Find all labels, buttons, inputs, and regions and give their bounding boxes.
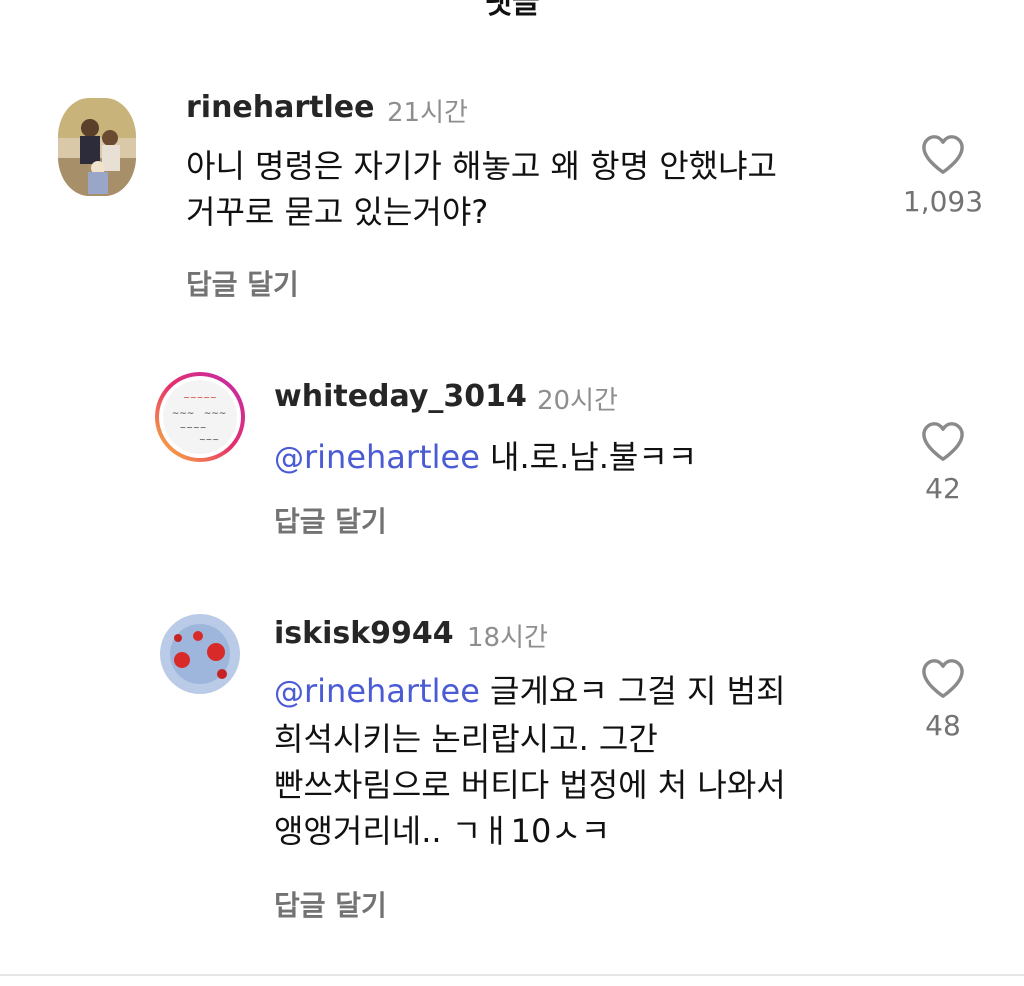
reply-button[interactable]: 답글 달기 <box>186 263 299 303</box>
like-count: 1,093 <box>902 185 984 218</box>
comment-text-line: 거꾸로 묻고 있는거야? <box>186 193 489 231</box>
comment-username[interactable]: rinehartlee <box>186 90 375 125</box>
reply-button[interactable]: 답글 달기 <box>274 500 387 540</box>
svg-text:~~~: ~~~ <box>172 409 195 419</box>
comment-text-line: 희석시키는 논리랍시고. 그간 <box>274 720 658 758</box>
like-count: 42 <box>925 472 961 505</box>
avatar-photo <box>58 98 136 196</box>
comment-text: @rinehartlee 글게요ㅋ 그걸 지 범죄 희석시키는 논리랍시고. 그… <box>274 668 786 854</box>
like-count: 48 <box>925 709 961 742</box>
comment-username[interactable]: whiteday_3014 <box>274 379 527 414</box>
mention-link[interactable]: @rinehartlee <box>274 672 480 710</box>
threads-at-icon: @ <box>274 675 304 710</box>
comment-text-line: @rinehartlee 글게요ㅋ 그걸 지 범죄 <box>274 668 786 716</box>
mention-link[interactable]: @rinehartlee <box>274 438 480 476</box>
avatar[interactable] <box>160 614 240 694</box>
like-control: 42 <box>898 420 988 505</box>
like-control: 48 <box>898 657 988 742</box>
svg-text:~~~: ~~~ <box>204 409 227 419</box>
svg-text:~~~~: ~~~~ <box>180 423 207 432</box>
divider <box>0 974 1024 976</box>
comments-header-title: 댓글 <box>484 0 540 21</box>
mention-username: rinehartlee <box>304 672 480 710</box>
svg-text:~~~~~: ~~~~~ <box>183 393 217 402</box>
comment-text-body: 글게요ㅋ 그걸 지 범죄 <box>479 672 786 710</box>
comment-username[interactable]: iskisk9944 <box>274 616 454 651</box>
avatar-story-ring: ~~~~~ ~~~ ~~~ ~~~~ ~~~ <box>155 372 245 462</box>
comment-text-line: 빤쓰차림으로 버티다 법정에 처 나와서 <box>274 766 786 804</box>
mention-username: rinehartlee <box>304 438 480 476</box>
threads-at-icon: @ <box>274 441 304 476</box>
comment-timestamp: 21시간 <box>387 98 468 128</box>
reply-button[interactable]: 답글 달기 <box>274 884 387 924</box>
comment-text-body: 내.로.남.불ㅋㅋ <box>479 438 698 476</box>
comment-timestamp: 20시간 <box>537 386 618 416</box>
heart-outline-icon[interactable] <box>920 657 966 699</box>
comment-text-line: 아니 명령은 자기가 해놓고 왜 항명 안했냐고 <box>186 147 777 185</box>
comment-text-line: 앵앵거리네.. ㄱㅐ10ㅅㅋ <box>274 812 611 850</box>
comment-text: 아니 명령은 자기가 해놓고 왜 항명 안했냐고 거꾸로 묻고 있는거야? <box>186 143 777 235</box>
comment-timestamp: 18시간 <box>467 623 548 653</box>
avatar[interactable]: ~~~~~ ~~~ ~~~ ~~~~ ~~~ <box>153 370 247 464</box>
svg-text:~~~: ~~~ <box>199 435 219 444</box>
heart-outline-icon[interactable] <box>920 133 966 175</box>
avatar[interactable] <box>58 98 136 196</box>
like-control: 1,093 <box>898 133 988 218</box>
comment-text: @rinehartlee 내.로.남.불ㅋㅋ <box>274 434 697 482</box>
avatar-photo <box>160 614 240 694</box>
heart-outline-icon[interactable] <box>920 420 966 462</box>
